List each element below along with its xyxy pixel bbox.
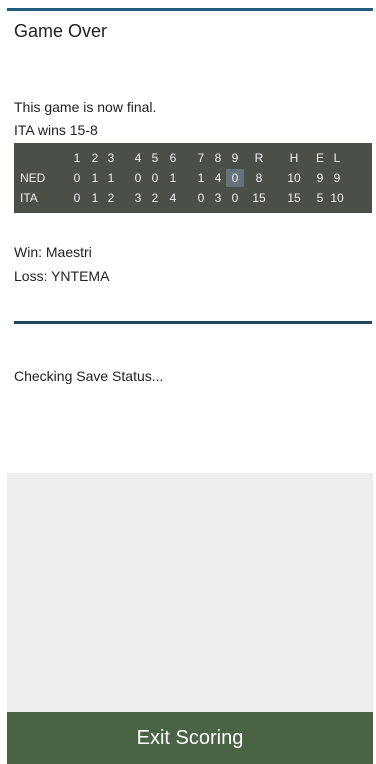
runs-total: 8 xyxy=(255,171,263,185)
result-text: ITA wins 15-8 xyxy=(14,122,98,138)
header-inning-3: 3 xyxy=(107,151,115,165)
inning-score: 0 xyxy=(231,191,239,205)
top-divider xyxy=(7,8,373,11)
inning-score: 1 xyxy=(169,171,177,185)
inning-score: 1 xyxy=(107,171,115,185)
linescore-header-row: 1 2 3 4 5 6 7 8 9 R H E L xyxy=(14,149,372,167)
inning-score: 0 xyxy=(73,171,81,185)
inning-score: 0 xyxy=(151,171,159,185)
errors-total: 9 xyxy=(316,171,324,185)
winning-pitcher: Win: Maestri xyxy=(14,244,92,260)
inning-score: 4 xyxy=(169,191,177,205)
section-divider xyxy=(14,321,372,324)
inning-score: 1 xyxy=(197,171,205,185)
header-inning-1: 1 xyxy=(73,151,81,165)
linescore-row-ned: NED 0 1 1 0 0 1 1 4 0 8 10 9 9 xyxy=(14,169,372,187)
team-name: ITA xyxy=(20,191,38,205)
header-errors: E xyxy=(315,151,324,165)
page-title: Game Over xyxy=(14,21,108,41)
header-inning-8: 8 xyxy=(214,151,222,165)
save-status-text: Checking Save Status... xyxy=(14,368,164,384)
header-runs: R xyxy=(254,151,264,165)
errors-total: 5 xyxy=(316,191,324,205)
header-inning-7: 7 xyxy=(197,151,205,165)
team-name: NED xyxy=(20,171,46,185)
inning-score: 3 xyxy=(214,191,222,205)
inning-score: 3 xyxy=(134,191,142,205)
inning-score: 0 xyxy=(197,191,205,205)
header-inning-5: 5 xyxy=(151,151,159,165)
lob-total: 9 xyxy=(333,171,341,185)
inning-score: 0 xyxy=(73,191,81,205)
hits-total: 15 xyxy=(287,191,301,205)
linescore-row-ita: ITA 0 1 2 3 2 4 0 3 0 15 15 5 10 xyxy=(14,189,372,207)
header-hits: H xyxy=(289,151,299,165)
current-inning-cell: 0 xyxy=(226,169,244,187)
header-inning-4: 4 xyxy=(134,151,142,165)
lob-total: 10 xyxy=(330,191,344,205)
header-inning-6: 6 xyxy=(169,151,177,165)
losing-pitcher: Loss: YNTEMA xyxy=(14,268,110,284)
hits-total: 10 xyxy=(287,171,301,185)
inning-score: 0 xyxy=(134,171,142,185)
header-inning-9: 9 xyxy=(231,151,239,165)
final-status-text: This game is now final. xyxy=(14,99,157,115)
empty-content-area xyxy=(7,473,373,712)
header-lob: L xyxy=(333,151,341,165)
inning-score: 2 xyxy=(151,191,159,205)
inning-score: 4 xyxy=(214,171,222,185)
linescore-table: 1 2 3 4 5 6 7 8 9 R H E L NED 0 1 1 0 0 … xyxy=(14,143,372,213)
runs-total: 15 xyxy=(252,191,266,205)
exit-scoring-button[interactable]: Exit Scoring xyxy=(7,712,373,764)
inning-score: 2 xyxy=(107,191,115,205)
